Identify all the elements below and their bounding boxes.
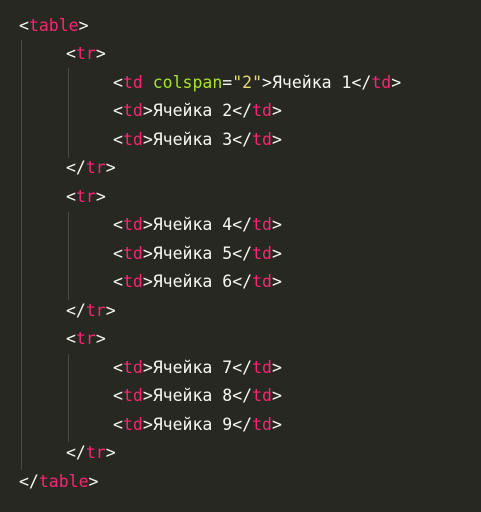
code-line-td: <td>Ячейка 8</td>: [113, 386, 282, 405]
code-line-tr-close: </tr>: [66, 158, 116, 177]
indent-guide-row-2: [68, 212, 69, 300]
tag-name: td: [252, 244, 272, 263]
code-line-td: <td>Ячейка 2</td>: [113, 101, 282, 120]
tag-name: tr: [85, 158, 106, 177]
cell-text: Ячейка 5: [152, 244, 233, 263]
tag-name: td: [122, 272, 143, 291]
tag-name: td: [252, 358, 272, 377]
code-editor[interactable]: <table> <tr> <td colspan="2">Ячейка 1</t…: [0, 0, 481, 512]
tag-name: td: [122, 244, 143, 263]
tag-name: td: [252, 215, 272, 234]
indent-guide-row-3: [68, 354, 69, 442]
code-line-tr-close: </tr>: [66, 443, 116, 462]
tag-name: tr: [75, 329, 96, 348]
tag-name: td: [122, 215, 143, 234]
tag-name: td: [252, 130, 272, 149]
tag-name: table: [28, 16, 79, 35]
tag-name: table: [38, 472, 89, 491]
code-line-td: <td>Ячейка 4</td>: [113, 215, 282, 234]
tag-name: tr: [75, 44, 96, 63]
tag-name: tr: [85, 443, 106, 462]
code-line-td: <td>Ячейка 3</td>: [113, 130, 282, 149]
indent-guide-level-1: [21, 40, 22, 470]
code-line-tr-close: </tr>: [66, 301, 116, 320]
code-line-tr-open: <tr>: [66, 187, 106, 206]
indent-guide-row-1: [68, 68, 69, 158]
cell-text: Ячейка 9: [152, 415, 233, 434]
tag-name: td: [122, 358, 143, 377]
code-line-td: <td>Ячейка 7</td>: [113, 358, 282, 377]
tag-name: td: [122, 415, 143, 434]
tag-name: tr: [85, 301, 106, 320]
tag-name: td: [252, 386, 272, 405]
code-line-table-close: </table>: [19, 472, 99, 491]
code-line-tr-open: <tr>: [66, 44, 106, 63]
tag-name: td: [122, 73, 143, 92]
code-line-td: <td>Ячейка 9</td>: [113, 415, 282, 434]
cell-text: Ячейка 8: [152, 386, 233, 405]
attribute-name: colspan: [152, 73, 223, 92]
cell-text: Ячейка 3: [152, 130, 233, 149]
tag-name: td: [371, 73, 392, 92]
cell-text: Ячейка 2: [152, 101, 233, 120]
tag-name: td: [252, 415, 272, 434]
tag-name: td: [122, 130, 143, 149]
cell-text: Ячейка 4: [152, 215, 233, 234]
code-line-td: <td colspan="2">Ячейка 1</td>: [113, 73, 402, 92]
code-line-td: <td>Ячейка 6</td>: [113, 272, 282, 291]
code-line-table-open: <table>: [19, 16, 89, 35]
code-line-td: <td>Ячейка 5</td>: [113, 244, 282, 263]
code-line-tr-open: <tr>: [66, 329, 106, 348]
tag-name: td: [252, 272, 272, 291]
tag-name: td: [252, 101, 272, 120]
cell-text: Ячейка 6: [152, 272, 233, 291]
cell-text: Ячейка 1: [271, 73, 352, 92]
attribute-value: "2": [232, 73, 263, 92]
tag-name: td: [122, 386, 143, 405]
tag-name: td: [122, 101, 143, 120]
cell-text: Ячейка 7: [152, 358, 233, 377]
tag-name: tr: [75, 187, 96, 206]
